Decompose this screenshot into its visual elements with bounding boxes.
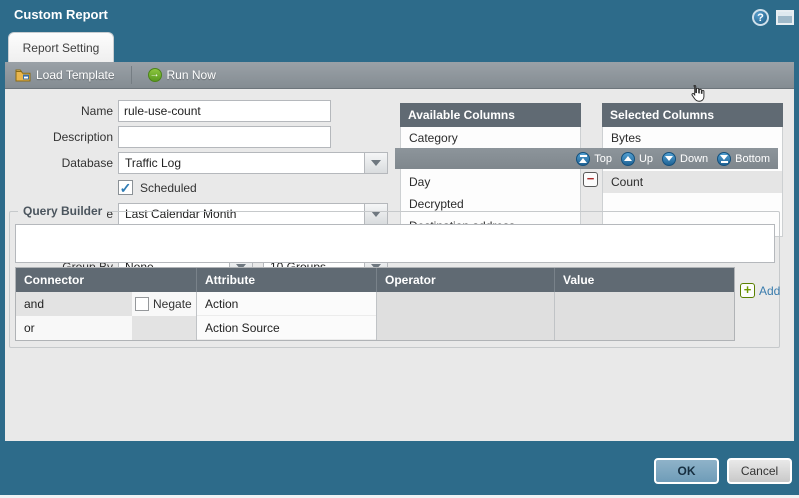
move-bottom-button[interactable]: Bottom (717, 152, 770, 166)
load-template-label: Load Template (36, 68, 115, 82)
negate-label: Negate (153, 297, 192, 311)
hand-cursor-icon (687, 82, 709, 104)
list-item[interactable]: Bytes (603, 127, 782, 149)
chevron-down-icon[interactable] (364, 153, 387, 173)
list-item[interactable]: Category (401, 127, 580, 149)
query-builder-legend: Query Builder (18, 204, 107, 218)
negate-checkbox[interactable] (135, 297, 149, 311)
tab-report-setting[interactable]: Report Setting (8, 32, 114, 62)
attribute-option-action[interactable]: Action (197, 292, 376, 316)
move-top-button[interactable]: Top (576, 152, 612, 166)
add-label: Add (759, 284, 780, 298)
move-down-label: Down (680, 153, 708, 165)
add-filter-button[interactable]: Add (740, 283, 780, 298)
scheduled-label: Scheduled (140, 181, 197, 195)
move-up-label: Up (639, 153, 653, 165)
database-value: Traffic Log (119, 156, 364, 170)
reorder-bar: Top Up Down Bottom (395, 148, 778, 169)
list-item[interactable]: Day (401, 171, 580, 193)
list-item-hovered[interactable]: Count (603, 171, 782, 193)
database-label: Database (5, 152, 113, 174)
scheduled-field: Scheduled (118, 180, 197, 195)
column-header-attribute: Attribute (197, 268, 377, 292)
run-arrow-icon (148, 68, 162, 82)
load-template-button[interactable]: Load Template (5, 62, 125, 88)
move-up-button[interactable]: Up (621, 152, 653, 166)
attribute-column: Action Action Source (197, 292, 377, 340)
available-columns-header: Available Columns (400, 103, 581, 127)
database-select[interactable]: Traffic Log (118, 152, 388, 174)
table-row: and Negate (16, 292, 196, 316)
move-down-button[interactable]: Down (662, 152, 708, 166)
run-now-label: Run Now (167, 68, 216, 82)
move-up-icon (621, 152, 635, 166)
connector-option-or[interactable]: or (16, 316, 132, 340)
query-input[interactable] (15, 224, 775, 263)
window-restore-icon[interactable] (776, 10, 794, 25)
negate-spacer (132, 316, 196, 340)
table-row: or (16, 316, 196, 340)
toolbar-separator (131, 66, 132, 84)
help-icon[interactable] (752, 9, 769, 26)
attribute-option-action-source[interactable]: Action Source (197, 316, 376, 340)
move-bottom-label: Bottom (735, 153, 770, 165)
cancel-button[interactable]: Cancel (727, 458, 792, 484)
description-label: Description (5, 126, 113, 148)
name-label: Name (5, 100, 113, 122)
description-input[interactable] (118, 126, 331, 148)
tab-label: Report Setting (23, 41, 100, 55)
window-title: Custom Report (14, 7, 108, 22)
remove-column-button[interactable] (583, 172, 598, 187)
connector-option-and[interactable]: and (16, 292, 132, 316)
run-now-button[interactable]: Run Now (138, 62, 226, 88)
ok-button[interactable]: OK (654, 458, 719, 484)
scheduled-checkbox[interactable] (118, 180, 133, 195)
name-input[interactable] (118, 100, 331, 122)
negate-field: Negate (132, 292, 196, 316)
move-top-icon (576, 152, 590, 166)
plus-icon (740, 283, 755, 298)
column-header-operator: Operator (377, 268, 555, 292)
query-table-header-row: Connector Attribute Operator Value (16, 268, 734, 292)
move-down-icon (662, 152, 676, 166)
column-header-connector: Connector (16, 268, 197, 292)
selected-columns-header: Selected Columns (602, 103, 783, 127)
operator-column[interactable] (377, 292, 555, 340)
folder-icon (15, 68, 31, 82)
toolbar: Load Template Run Now (5, 62, 794, 89)
column-header-value: Value (555, 268, 734, 292)
value-column[interactable] (555, 292, 734, 340)
connector-column: and Negate or (16, 292, 197, 340)
query-builder-table: Connector Attribute Operator Value and N… (15, 267, 735, 341)
move-top-label: Top (594, 153, 612, 165)
move-bottom-icon (717, 152, 731, 166)
